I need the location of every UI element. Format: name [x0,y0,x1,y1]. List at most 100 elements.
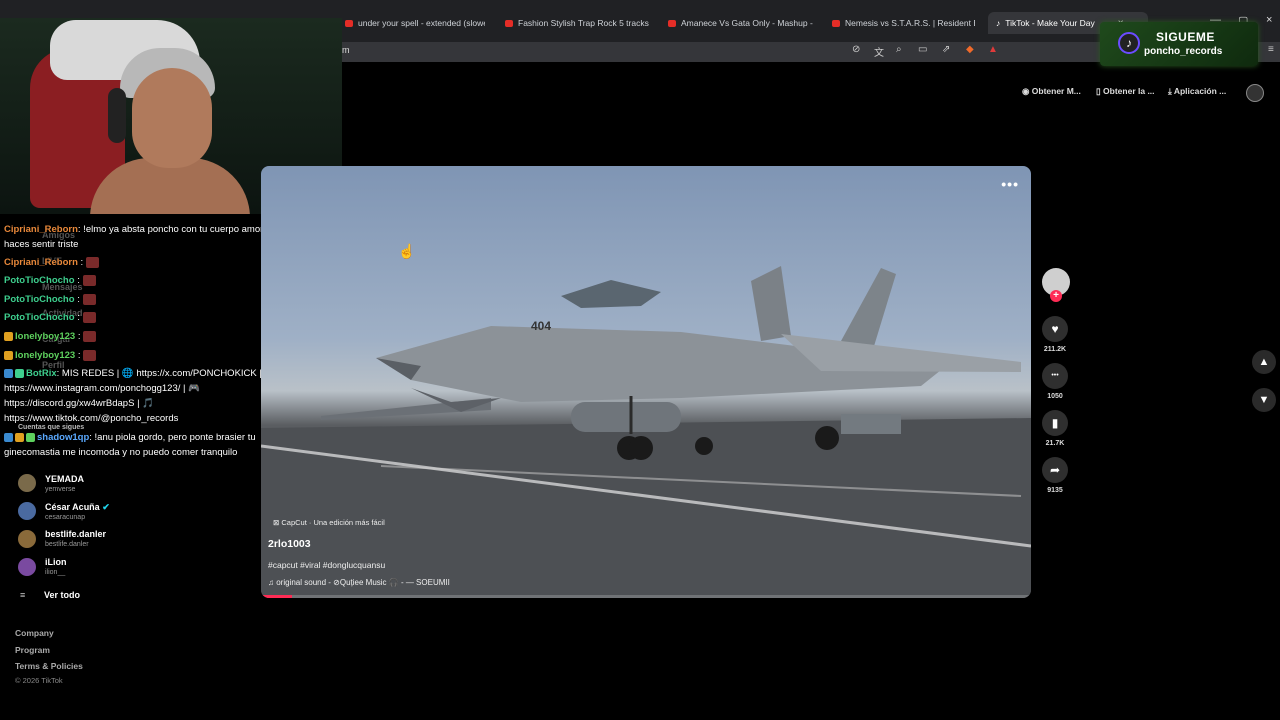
badge-icon [4,350,13,360]
copyright: © 2026 TikTok [15,676,63,685]
share-page-icon[interactable]: ⇗ [942,44,950,55]
video-progress-bar[interactable] [261,595,1031,598]
previous-video-button[interactable]: ▲ [1252,350,1276,374]
footer-link-program[interactable]: Program [15,645,50,655]
emote-icon [82,311,96,323]
video-hashtags[interactable]: #capcut #viral #donglucquansu [268,560,385,570]
chat-message: haces sentir triste [4,239,79,250]
jet-video-frame [261,266,1031,598]
save-action[interactable]: ▮ 21.7K [1040,410,1070,447]
music-note-icon: ♫ [268,578,277,587]
chat-message: shadow1qp: !anu piola gordo, pero ponte … [4,430,256,445]
jet-number: 404 [531,319,552,333]
url-text[interactable]: m [342,45,350,55]
account-name[interactable]: bestlife.danler [45,529,106,539]
badge-icon [15,368,24,378]
badge-icon [4,331,13,341]
chat-message: PotoTioChocho : [4,292,96,307]
no-tracking-icon[interactable]: ⊘ [852,44,860,55]
see-all-link[interactable]: Ver todo [44,590,80,600]
badge-icon [15,432,24,442]
chat-message: PotoTioChocho : [4,310,96,325]
chat-message: lonelyboy123 : [4,329,97,344]
avatar[interactable] [18,502,36,520]
share-action[interactable]: ➦ 9135 [1040,457,1070,494]
account-handle: cesaracunap [45,514,86,521]
follow-plus-icon[interactable]: + [1050,290,1062,302]
list-icon: ≡ [20,590,26,600]
browser-tab[interactable]: under your spell - extended (slowed [345,14,485,32]
avatar[interactable] [18,530,36,548]
account-handle: yemverse [45,486,76,493]
youtube-icon [832,19,840,27]
emote-icon [82,293,96,305]
handle-label: poncho_records [1144,46,1223,57]
brave-shield-icon[interactable]: ◆ [966,44,974,55]
footer-link-company[interactable]: Company [15,628,54,638]
mouse-cursor-icon: ☝ [398,243,416,259]
youtube-icon [668,19,676,27]
capcut-label[interactable]: ⊠ CapCut · Una edición más fácil [273,518,385,527]
comment-action[interactable]: ••• 1050 [1040,363,1070,400]
close-window-icon[interactable]: × [1266,14,1272,26]
video-player[interactable]: 404 ••• ⊠ CapCut · Una edición más fácil… [261,166,1031,598]
badge-icon [26,432,35,442]
youtube-icon [345,19,353,27]
like-action[interactable]: ♥ 211.2K [1040,316,1070,353]
comment-count: 1050 [1047,393,1063,400]
emote-icon [83,349,97,361]
chat-message: Cipriani_Reborn : [4,255,100,270]
emote-icon [83,330,97,342]
video-sound[interactable]: ♫ original sound - ⊘Quțiee Music 🎧 - — S… [268,578,450,587]
brave-rewards-icon[interactable]: ▲ [988,44,998,55]
profile-avatar[interactable] [1246,84,1264,102]
youtube-icon [505,19,513,27]
badge-icon [4,432,13,442]
tiktok-icon: ♪ [996,18,1001,28]
follow-overlay: ♪ SIGUEME poncho_records [1100,22,1258,66]
phone-icon: ▯ [1096,86,1104,96]
chat-message: ginecomastia me incomoda y no puedo come… [4,447,238,458]
chat-message: https://discord.gg/xw4wrBdapS | 🎵 [4,398,155,409]
tiktok-icon: ♪ [1118,32,1140,54]
save-count: 21.7K [1045,440,1065,447]
account-name[interactable]: iLion [45,557,67,567]
account-handle: bestlife.danler [45,541,89,548]
account-name[interactable]: YEMADA [45,474,84,484]
bookmark-icon[interactable]: ▮ [1042,410,1068,436]
browser-tab[interactable]: Amanece Vs Gata Only - Mashup - Y [668,14,813,32]
get-app-button[interactable]: ▯ Obtener la ... [1096,86,1155,97]
get-coins-button[interactable]: ◉ Obtener M... [1022,86,1081,97]
emote-icon [82,274,96,286]
desktop-app-button[interactable]: ⤓ Aplicación ... [1168,86,1226,97]
coin-icon: ◉ [1022,86,1032,96]
headphones [108,88,126,143]
chat-message: Cipriani_Reborn: !elmo ya absta poncho c… [4,224,288,235]
browser-tab[interactable]: Nemesis vs S.T.A.R.S. | Resident Evil 2 [832,14,975,32]
chat-message: lonelyboy123 : [4,348,97,363]
more-options-icon[interactable]: ••• [1001,176,1019,192]
account-name[interactable]: César Acuña ✔ [45,502,110,513]
avatar[interactable] [18,558,36,576]
footer-link-terms[interactable]: Terms & Policies [15,661,83,671]
translate-icon[interactable]: 文 [874,44,884,59]
avatar[interactable] [18,474,36,492]
chat-message: BotRix: MIS REDES | 🌐 https://x.com/PONC… [4,366,276,381]
cast-icon[interactable]: ▭ [918,44,927,55]
comment-icon[interactable]: ••• [1042,363,1068,389]
chat-message: PotoTioChocho : [4,273,96,288]
heart-icon[interactable]: ♥ [1042,316,1068,342]
share-count: 9135 [1047,487,1063,494]
account-handle: ilion__ [45,569,66,576]
video-author[interactable]: 2rlo1003 [268,538,311,550]
chat-message: https://www.tiktok.com/@poncho_records [4,413,179,424]
verified-icon: ✔ [102,502,110,512]
browser-tab[interactable]: Fashion Stylish Trap Rock 5 tracks by [505,14,650,32]
menu-icon[interactable]: ≡ [1268,44,1274,55]
like-count: 211.2K [1043,346,1067,353]
emote-icon [86,256,100,268]
share-icon[interactable]: ➦ [1042,457,1068,483]
next-video-button[interactable]: ▼ [1252,388,1276,412]
badge-icon [4,368,13,378]
zoom-icon[interactable]: ⌕ [896,44,902,55]
